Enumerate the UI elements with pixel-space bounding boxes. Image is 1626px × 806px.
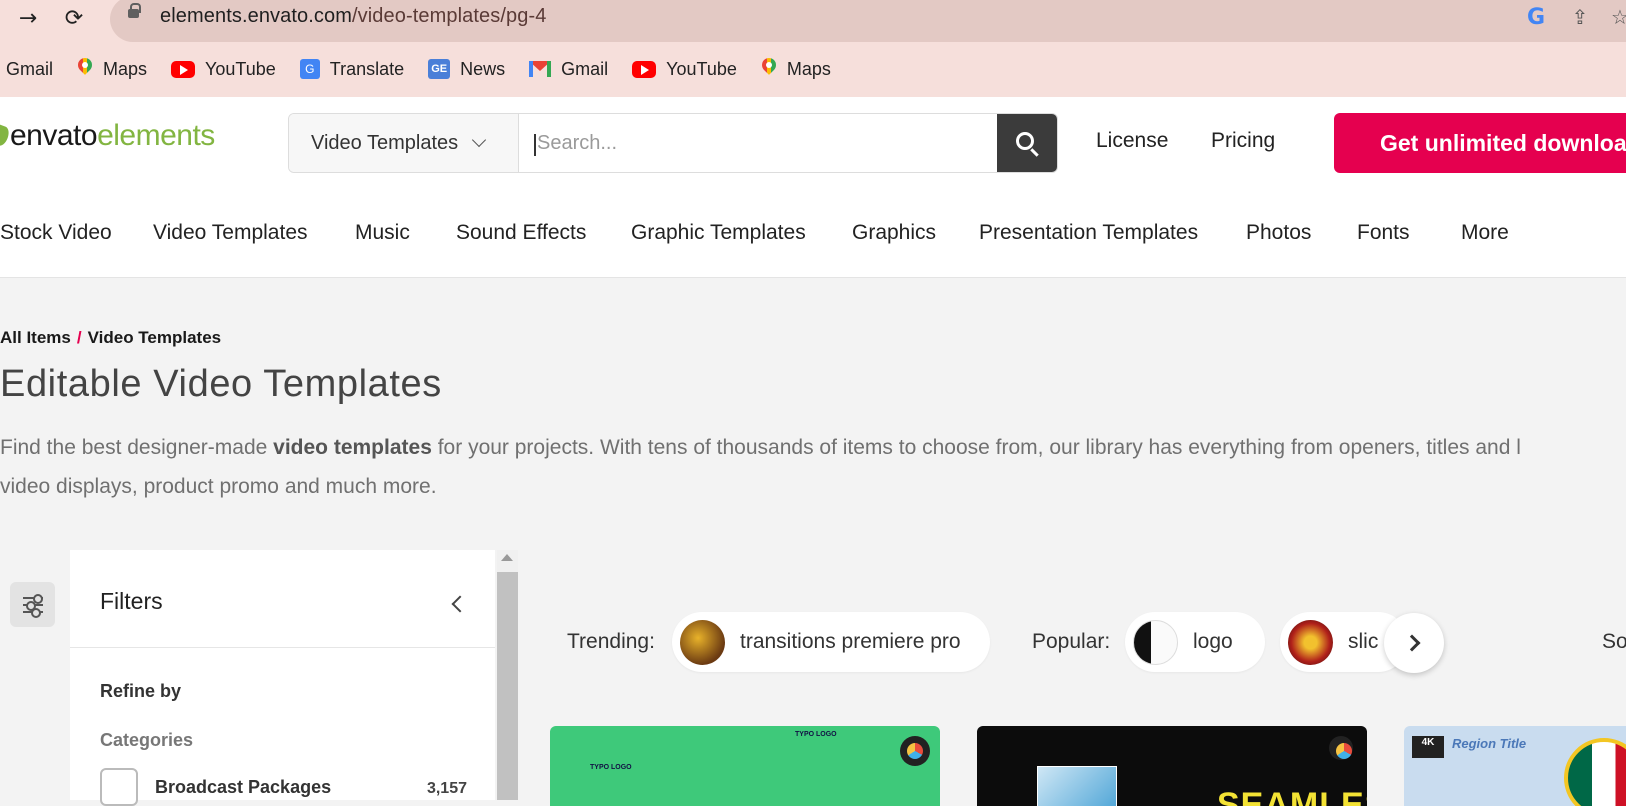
bookmark-news[interactable]: GE News: [428, 59, 505, 80]
chevron-left-icon[interactable]: [451, 595, 469, 613]
license-link[interactable]: License: [1096, 129, 1168, 153]
translate-icon: G: [299, 59, 320, 79]
breadcrumb-separator: /: [76, 328, 82, 347]
bookmark-youtube-2[interactable]: YouTube: [632, 59, 737, 80]
bookmark-maps[interactable]: Maps: [77, 58, 147, 80]
search-input[interactable]: [519, 114, 997, 172]
bookmark-maps-2[interactable]: Maps: [761, 58, 831, 80]
page-intro: Find the best designer-made video templa…: [0, 436, 1521, 498]
filters-scrollbar[interactable]: [497, 550, 518, 800]
envato-elements-logo[interactable]: envato elements: [0, 119, 215, 153]
4k-badge: 4K: [1412, 736, 1444, 758]
davinci-resolve-icon: [900, 736, 930, 766]
category-checkbox[interactable]: [100, 768, 138, 806]
template-card[interactable]: TYPO LOGO TYPO LOGO: [550, 726, 940, 806]
box-illustration: [1037, 766, 1117, 806]
popular-thumbnail: [1288, 619, 1333, 665]
breadcrumb-all-items[interactable]: All Items: [0, 328, 71, 347]
page-title: Editable Video Templates: [0, 363, 442, 405]
search-bar: Video Templates: [288, 113, 1058, 173]
news-icon: GE: [428, 59, 451, 79]
filters-header: Filters: [70, 550, 495, 648]
browser-chrome: → ⟳ elements.envato.com/video-templates/…: [0, 0, 1626, 97]
google-icon[interactable]: G: [1522, 3, 1550, 31]
url-text[interactable]: elements.envato.com/video-templates/pg-4: [160, 5, 546, 28]
template-card[interactable]: 4K Region Title: [1404, 726, 1626, 806]
sort-label[interactable]: So: [1602, 630, 1626, 654]
reload-icon[interactable]: ⟳: [58, 2, 90, 34]
text-caret: [534, 134, 536, 156]
popular-thumbnail: [1133, 619, 1178, 665]
popular-pill-logo[interactable]: logo: [1125, 612, 1265, 672]
lock-icon[interactable]: [128, 3, 141, 18]
get-unlimited-downloads-button[interactable]: Get unlimited downloads: [1334, 113, 1626, 173]
nav-stock-video[interactable]: Stock Video: [0, 221, 112, 245]
maps-icon: [761, 58, 777, 80]
bookmark-gmail-2[interactable]: Gmail: [529, 59, 608, 80]
bookmark-youtube[interactable]: YouTube: [171, 59, 276, 80]
filter-sliders-icon[interactable]: [10, 582, 55, 627]
share-icon[interactable]: ⇪: [1566, 3, 1594, 31]
chevron-down-icon: [472, 132, 487, 148]
trending-label: Trending:: [567, 630, 655, 653]
search-button[interactable]: [997, 114, 1057, 172]
nav-music[interactable]: Music: [355, 221, 410, 245]
categories-heading[interactable]: Categories: [100, 730, 193, 751]
nav-more[interactable]: More: [1461, 221, 1509, 245]
gmail-icon: [529, 61, 552, 77]
trending-thumbnail: [680, 619, 725, 665]
scroll-up-icon[interactable]: [501, 554, 513, 561]
nav-sound-effects[interactable]: Sound Effects: [456, 221, 586, 245]
refine-by-heading: Refine by: [100, 681, 182, 701]
site-header: envatoelements Video Templates License P…: [0, 97, 1626, 177]
scroll-thumb[interactable]: [497, 572, 518, 800]
nav-fonts[interactable]: Fonts: [1357, 221, 1410, 245]
filters-panel: Filters Refine by Categories Broadcast P…: [70, 550, 495, 806]
nav-photos[interactable]: Photos: [1246, 221, 1311, 245]
nav-video-templates[interactable]: Video Templates: [153, 221, 308, 245]
nav-graphics[interactable]: Graphics: [852, 221, 936, 245]
filters-title: Filters: [100, 588, 163, 614]
category-count: 3,157: [426, 780, 467, 797]
category-name: Broadcast Packages: [155, 777, 332, 797]
maps-icon: [77, 58, 93, 80]
nav-graphic-templates[interactable]: Graphic Templates: [631, 221, 806, 245]
search-icon: [1016, 132, 1034, 150]
mexico-flag-icon: [1564, 738, 1626, 806]
youtube-icon: [171, 60, 196, 78]
breadcrumb-current[interactable]: Video Templates: [88, 328, 222, 347]
forward-arrow-icon[interactable]: →: [12, 2, 44, 34]
trending-pill[interactable]: transitions premiere pro: [672, 612, 990, 672]
youtube-icon: [632, 60, 657, 78]
davinci-resolve-icon: [1329, 736, 1353, 760]
chevron-right-icon[interactable]: [1384, 613, 1444, 673]
popular-label: Popular:: [1032, 630, 1111, 653]
pricing-link[interactable]: Pricing: [1211, 129, 1275, 153]
nav-presentation-templates[interactable]: Presentation Templates: [979, 221, 1198, 245]
category-option[interactable]: Broadcast Packages 3,157: [100, 768, 467, 806]
bookmark-gmail[interactable]: Gmail: [6, 59, 53, 80]
bookmark-star-icon[interactable]: ☆: [1606, 3, 1626, 31]
bookmarks-bar: Gmail Maps YouTube G Translate GE News Gma…: [0, 52, 855, 86]
breadcrumb: All Items / Video Templates: [0, 328, 221, 348]
category-select[interactable]: Video Templates: [289, 114, 519, 172]
template-card[interactable]: SEAMLESS: [977, 726, 1367, 806]
bookmark-translate[interactable]: G Translate: [299, 59, 404, 80]
category-nav: Stock Video Video Templates Music Sound …: [0, 177, 1626, 278]
